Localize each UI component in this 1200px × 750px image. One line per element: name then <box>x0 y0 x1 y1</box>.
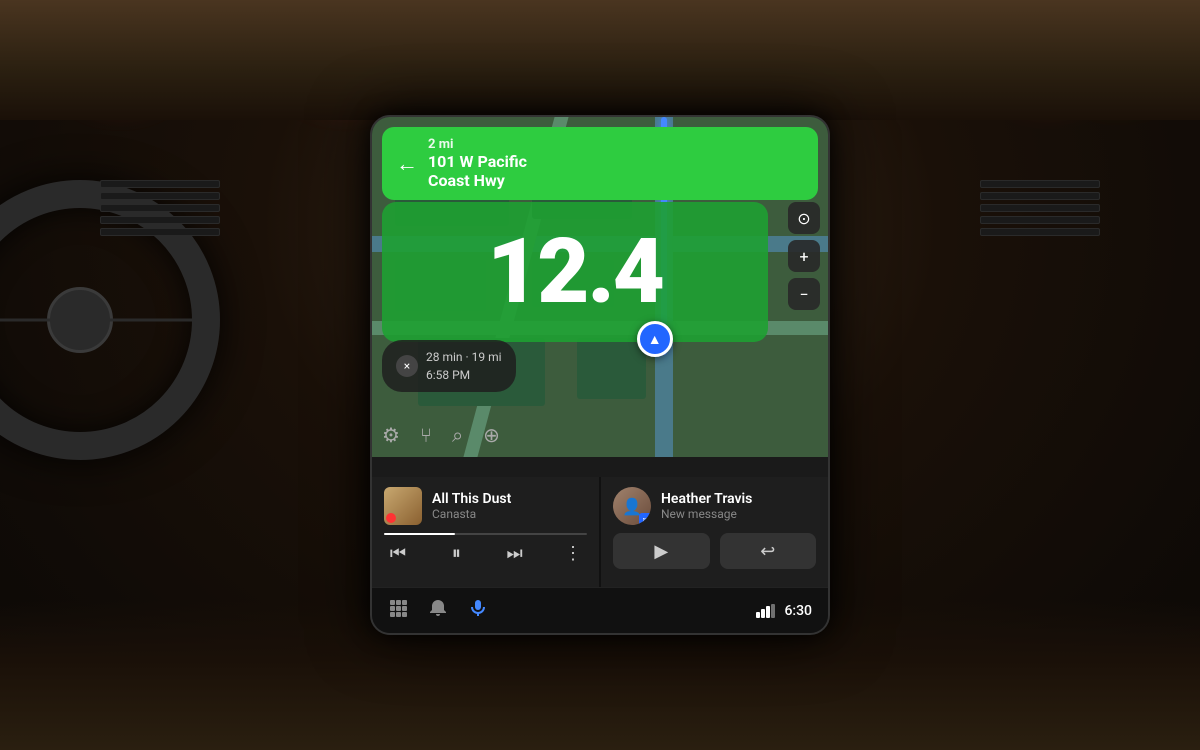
artist-name: Canasta <box>432 507 587 521</box>
signal-icon <box>756 604 776 618</box>
song-title: All This Dust <box>432 491 587 507</box>
bottom-icons <box>388 598 488 623</box>
message-info: Heather Travis New message <box>661 491 816 521</box>
android-auto-screen: ← 2 mi 101 W PacificCoast Hwy 12.4 × 28 … <box>370 115 830 635</box>
more-options-button[interactable]: ⋮ <box>559 543 587 564</box>
reply-message-button[interactable]: ↩ <box>720 533 817 569</box>
zoom-in-button[interactable]: + <box>788 240 820 272</box>
play-pause-button[interactable]: ⏸ <box>442 543 470 564</box>
nav-distance: 2 mi <box>428 137 527 152</box>
map-section[interactable]: ← 2 mi 101 W PacificCoast Hwy 12.4 × 28 … <box>372 117 828 457</box>
nav-street: 101 W PacificCoast Hwy <box>428 152 527 190</box>
vent-left <box>100 180 220 260</box>
trip-text: 28 min · 19 mi 6:58 PM <box>426 348 502 384</box>
signal-time-area: 6:30 <box>756 603 812 619</box>
current-time: 6:30 <box>784 603 812 619</box>
message-card[interactable]: 👤 ✉ Heather Travis New message ▶ ↩ <box>601 477 828 587</box>
nav-icon-buttons: ⚙ ⑂ ⌕ ⊕ <box>382 423 500 447</box>
navigation-text: 2 mi 101 W PacificCoast Hwy <box>428 137 527 190</box>
map-controls: ⊙ + − <box>788 202 820 310</box>
zoom-out-button[interactable]: − <box>788 278 820 310</box>
music-card[interactable]: All This Dust Canasta ⏮ ⏸ ⏭ ⋮ <box>372 477 599 587</box>
trip-info[interactable]: × 28 min · 19 mi 6:58 PM <box>382 340 516 392</box>
message-badge: ✉ <box>639 513 651 525</box>
dashboard-top <box>0 0 1200 120</box>
trip-duration-distance: 28 min · 19 mi <box>426 348 502 366</box>
map-block-6 <box>577 338 645 399</box>
message-header: 👤 ✉ Heather Travis New message <box>613 487 816 525</box>
position-icon: ▲ <box>637 321 673 357</box>
trip-eta: 6:58 PM <box>426 366 502 384</box>
play-message-button[interactable]: ▶ <box>613 533 710 569</box>
route-button[interactable]: ⑂ <box>420 423 432 447</box>
message-actions: ▶ ↩ <box>613 533 816 569</box>
bottom-bar: 6:30 <box>372 587 828 633</box>
cards-section: All This Dust Canasta ⏮ ⏸ ⏭ ⋮ 👤 ✉ <box>372 477 828 587</box>
music-controls: ⏮ ⏸ ⏭ ⋮ <box>384 543 587 564</box>
notifications-button[interactable] <box>428 598 448 623</box>
album-art <box>384 487 422 525</box>
speed-display: 12.4 <box>382 202 768 342</box>
progress-bar[interactable] <box>384 533 587 535</box>
search-button[interactable]: ⌕ <box>452 423 463 447</box>
microphone-button[interactable] <box>468 598 488 623</box>
speed-number: 12.4 <box>487 227 663 317</box>
apps-button[interactable] <box>388 598 408 623</box>
vent-right <box>980 180 1100 260</box>
navigation-header[interactable]: ← 2 mi 101 W PacificCoast Hwy <box>382 127 818 200</box>
music-header: All This Dust Canasta <box>384 487 587 525</box>
pin-button[interactable]: ⊕ <box>483 423 500 447</box>
position-marker: ▲ <box>637 321 673 357</box>
contact-avatar: 👤 ✉ <box>613 487 651 525</box>
progress-fill <box>384 533 455 535</box>
message-preview: New message <box>661 507 816 521</box>
settings-button[interactable]: ⚙ <box>382 423 400 447</box>
trip-close-button[interactable]: × <box>396 355 418 377</box>
contact-name: Heather Travis <box>661 491 816 507</box>
music-app-icon <box>386 513 396 523</box>
compass-button[interactable]: ⊙ <box>788 202 820 234</box>
previous-button[interactable]: ⏮ <box>384 543 412 564</box>
turn-arrow-icon: ← <box>396 151 418 177</box>
next-button[interactable]: ⏭ <box>501 543 529 564</box>
music-info: All This Dust Canasta <box>432 491 587 521</box>
